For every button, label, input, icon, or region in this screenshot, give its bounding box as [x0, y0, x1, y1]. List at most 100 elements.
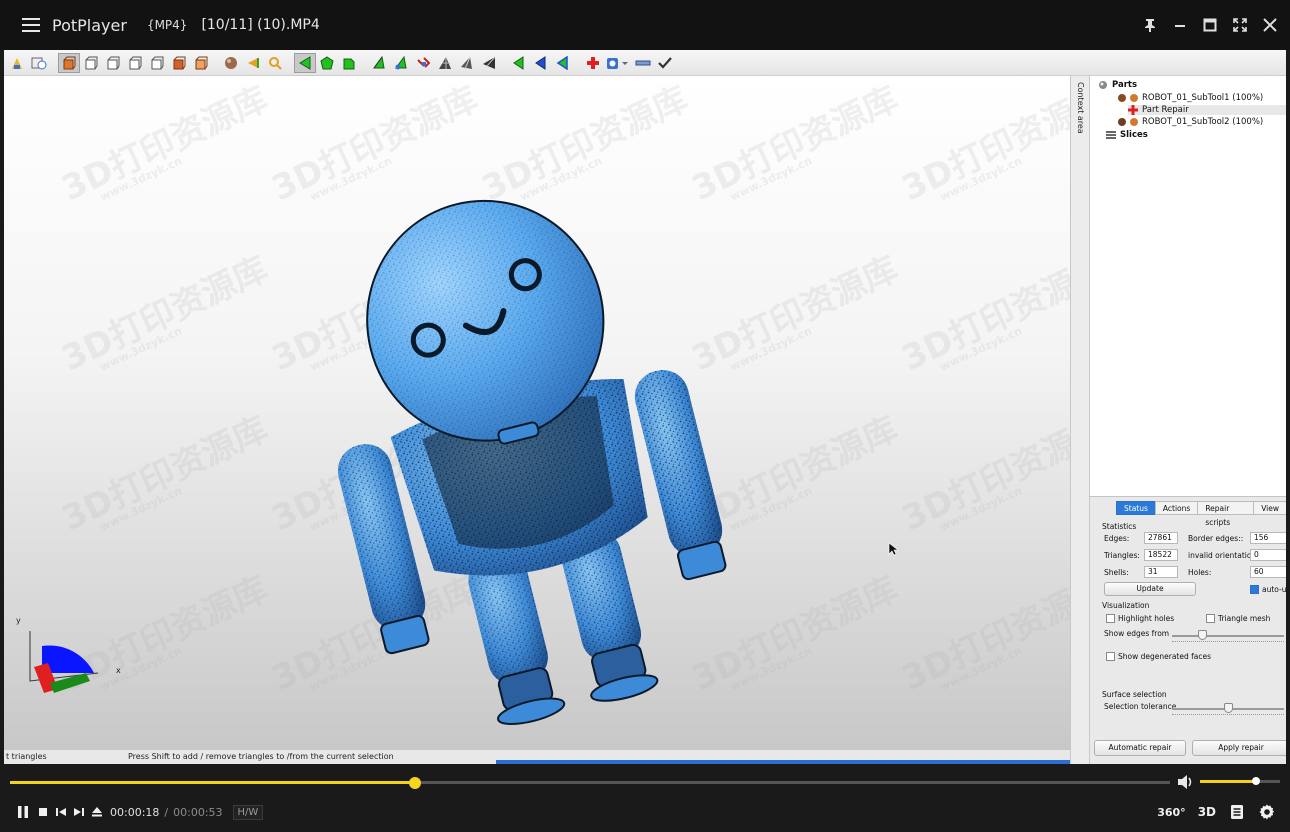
close-icon[interactable] [1262, 17, 1278, 33]
highlight-holes-label: Highlight holes [1118, 614, 1175, 623]
show-edges-from-label: Show edges from [1104, 629, 1170, 638]
seek-progress [10, 781, 415, 784]
update-button[interactable]: Update [1104, 582, 1196, 596]
select-mixed-icon[interactable] [552, 53, 574, 73]
select-triangle-icon[interactable] [294, 52, 316, 73]
zoom-icon[interactable] [264, 53, 286, 73]
part-repair-label: Part Repair [1142, 105, 1189, 115]
selection-tolerance-slider-thumb[interactable] [1224, 703, 1233, 713]
sphere-icon[interactable] [220, 53, 242, 73]
360-button[interactable]: 360° [1157, 806, 1185, 819]
title-bar: PotPlayer {MP4} [10/11] (10).MP4 [0, 0, 1290, 50]
border-edges-field: 156 [1250, 532, 1286, 544]
triangles-label: Triangles: [1104, 551, 1140, 560]
rotate-icon[interactable] [242, 53, 264, 73]
edges-label: Edges: [1104, 534, 1130, 543]
eye-icon[interactable] [1130, 94, 1138, 102]
view-right-icon[interactable] [146, 53, 168, 73]
measure-icon[interactable] [604, 53, 632, 73]
show-degenerated-checkbox[interactable] [1106, 652, 1115, 661]
menu-icon[interactable] [22, 18, 40, 32]
tab-actions[interactable]: Actions [1154, 501, 1199, 515]
select-blue-icon[interactable] [530, 53, 552, 73]
tree-item-part-repair[interactable]: Part Repair [1128, 105, 1286, 115]
settings-gear-icon[interactable] [1258, 803, 1276, 821]
3d-viewport[interactable]: 3D打印资源库 www.3dzyk.cn 3D打印资源库 www.3dzyk.cn … [4, 76, 1070, 764]
maximize-icon[interactable] [1202, 17, 1218, 33]
automatic-repair-button[interactable]: Automatic repair [1094, 740, 1186, 756]
minimize-icon[interactable] [1172, 17, 1188, 33]
history-icon[interactable] [28, 53, 50, 73]
view-bottom-icon[interactable] [190, 53, 212, 73]
tab-view[interactable]: View [1253, 501, 1286, 515]
show-edges-slider[interactable] [1172, 635, 1284, 637]
file-title: [10/11] (10).MP4 [201, 17, 320, 33]
triangle-mesh-label: Triangle mesh [1218, 614, 1271, 623]
stop-icon[interactable] [34, 803, 52, 821]
select-shell-icon[interactable] [338, 53, 360, 73]
mesh-all-icon[interactable] [478, 53, 500, 73]
volume-thumb[interactable] [1252, 777, 1260, 785]
seek-bar[interactable] [10, 777, 1170, 789]
select-surface-icon[interactable] [316, 53, 338, 73]
select-hole-icon[interactable] [390, 53, 412, 73]
seek-thumb[interactable] [408, 777, 421, 789]
tree-item-subtool2[interactable]: ROBOT_01_SubTool2 (100%) [1118, 117, 1263, 127]
tree-item-slices[interactable]: Slices [1106, 130, 1148, 140]
playback-controls: 00:00:18 / 00:00:53 H/W 360° 3D [0, 798, 1290, 826]
previous-icon[interactable] [52, 803, 70, 821]
show-degenerated-label: Show degenerated faces [1118, 652, 1211, 661]
app-name: PotPlayer [52, 15, 127, 35]
right-controls: 360° 3D [1157, 798, 1276, 826]
status-hint-text: Press Shift to add / remove triangles to… [128, 752, 394, 761]
fullscreen-icon[interactable] [1232, 17, 1248, 33]
playlist-icon[interactable] [1228, 803, 1246, 821]
pin-icon[interactable] [1142, 17, 1158, 33]
view-perspective-icon[interactable] [58, 52, 80, 73]
tree-item-parts[interactable]: Parts [1098, 80, 1137, 90]
invalid-orientation-label: invalid orientation [1188, 551, 1257, 560]
view-top-icon[interactable] [168, 53, 190, 73]
app-progress-line [496, 760, 1070, 764]
3d-button[interactable]: 3D [1198, 805, 1216, 819]
show-edges-slider-thumb[interactable] [1198, 630, 1207, 640]
ruler-icon[interactable] [632, 53, 654, 73]
tree-icon[interactable] [6, 53, 28, 73]
eye-icon[interactable] [1130, 118, 1138, 126]
subtool2-label: ROBOT_01_SubTool2 (100%) [1142, 117, 1264, 127]
shells-field: 31 [1144, 566, 1178, 578]
axes-gizmo: y x [16, 616, 121, 693]
visualization-heading: Visualization [1102, 601, 1150, 610]
current-time: 00:00:18 [110, 805, 160, 819]
robot-model[interactable] [4, 76, 1070, 764]
volume-level [1200, 780, 1256, 783]
view-front-icon[interactable] [80, 53, 102, 73]
pause-icon[interactable] [14, 803, 32, 821]
tab-status[interactable]: Status [1116, 501, 1156, 515]
hw-decoder-badge[interactable]: H/W [232, 804, 264, 820]
repair-cross-icon[interactable] [582, 53, 604, 73]
invalid-orientation-field: 0 [1250, 549, 1286, 561]
view-left-icon[interactable] [124, 53, 146, 73]
properties-panel: Status Actions Repair scripts View Stati… [1090, 496, 1286, 764]
select-green-icon[interactable] [508, 53, 530, 73]
mesh-select-icon[interactable] [456, 53, 478, 73]
video-frame[interactable]: 3D打印资源库 www.3dzyk.cn 3D打印资源库 www.3dzyk.cn … [4, 50, 1286, 764]
next-icon[interactable] [70, 803, 88, 821]
mesh-icon[interactable] [434, 53, 456, 73]
auto-update-checkbox[interactable] [1250, 585, 1259, 594]
view-back-icon[interactable] [102, 53, 124, 73]
volume-control[interactable] [1176, 772, 1286, 792]
tab-repair-scripts[interactable]: Repair scripts [1197, 501, 1255, 527]
wand-icon[interactable] [412, 53, 434, 73]
check-icon[interactable] [654, 53, 676, 73]
highlight-holes-checkbox[interactable] [1106, 614, 1115, 623]
context-area-strip[interactable]: Context area [1070, 76, 1090, 764]
eject-icon[interactable] [88, 803, 106, 821]
volume-icon[interactable] [1176, 773, 1194, 791]
tree-item-subtool1[interactable]: ROBOT_01_SubTool1 (100%) [1118, 93, 1263, 103]
subtool1-label: ROBOT_01_SubTool1 (100%) [1142, 93, 1264, 103]
select-edge-icon[interactable] [368, 53, 390, 73]
triangle-mesh-checkbox[interactable] [1206, 614, 1215, 623]
apply-repair-button[interactable]: Apply repair [1192, 740, 1286, 756]
